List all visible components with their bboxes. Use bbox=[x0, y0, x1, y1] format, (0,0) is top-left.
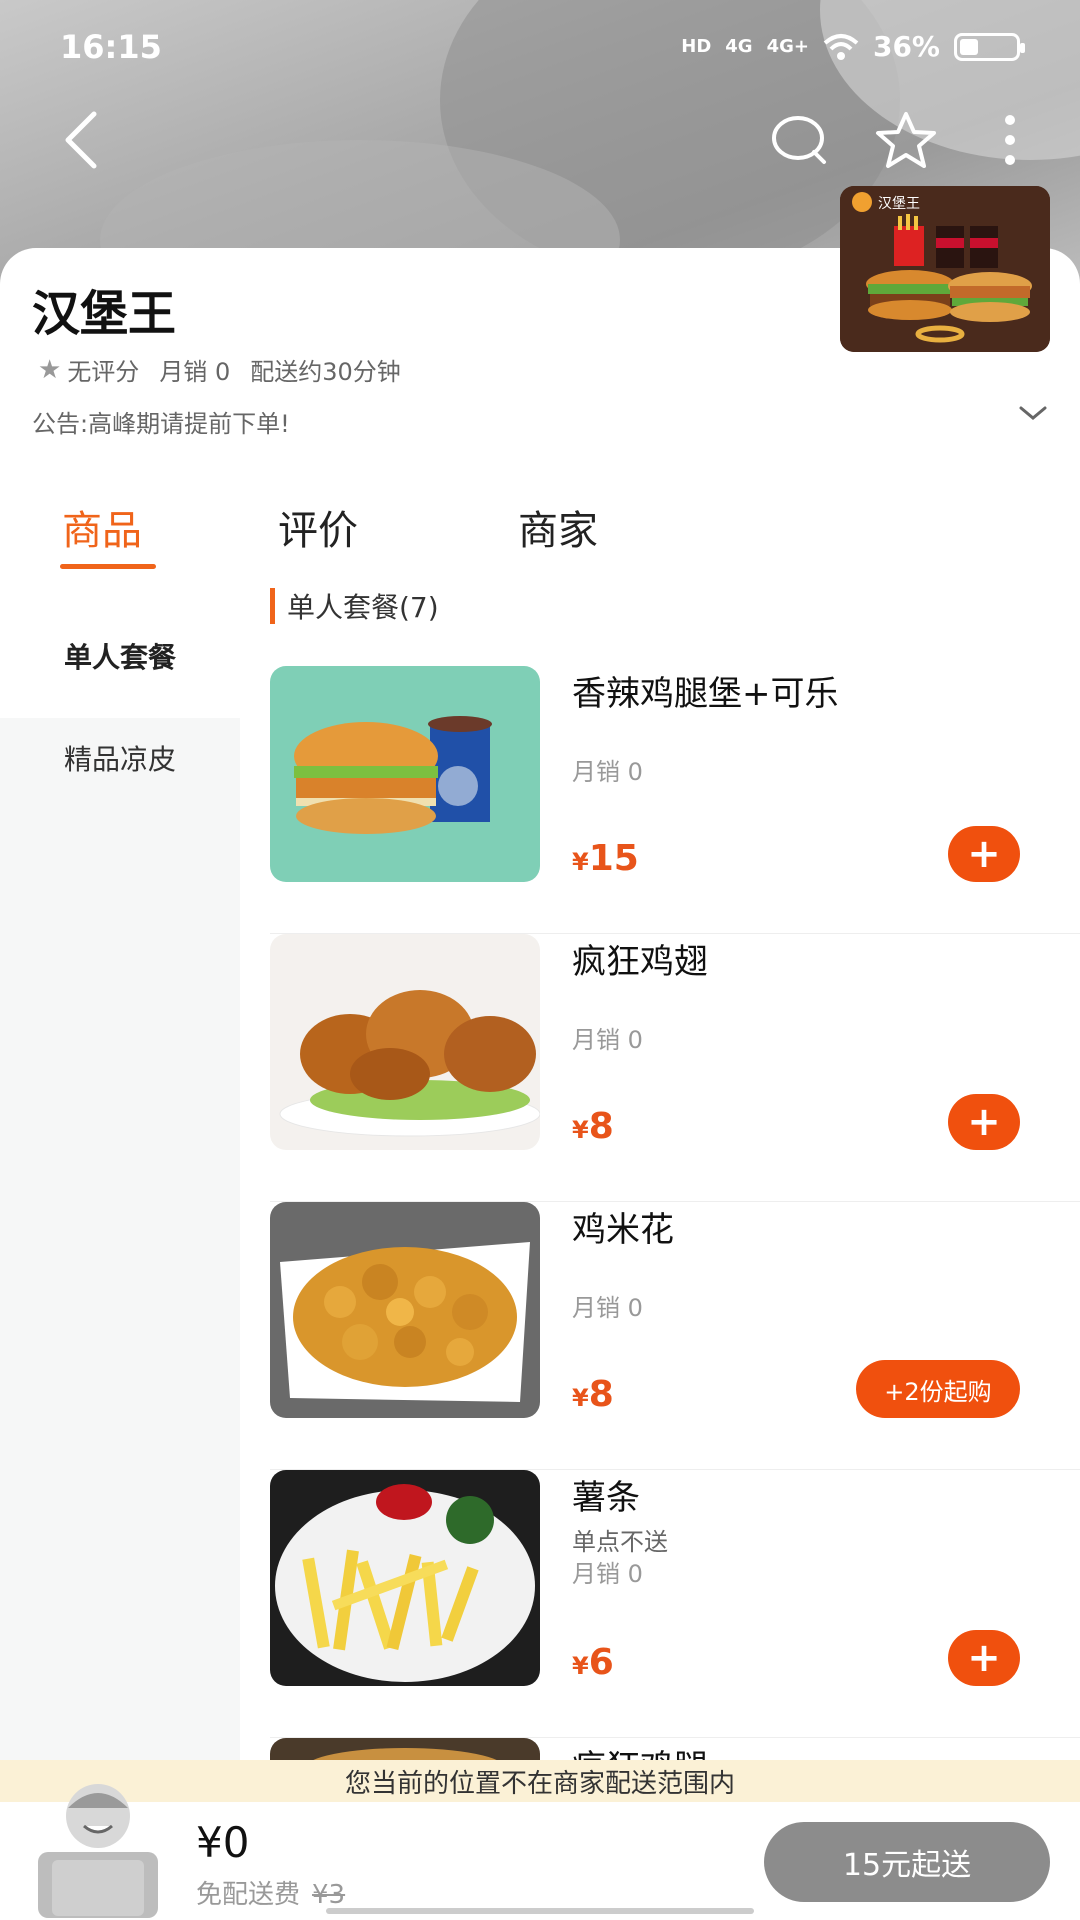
more-button[interactable] bbox=[970, 100, 1050, 180]
favorite-button[interactable] bbox=[866, 100, 946, 180]
home-indicator[interactable] bbox=[326, 1908, 754, 1914]
store-delivery-time: 配送约30分钟 bbox=[250, 358, 401, 386]
product-note: 单点不送 bbox=[572, 1528, 668, 1556]
delivery-fee: 免配送费 ¥3 bbox=[196, 1880, 346, 1910]
product-name: 鸡米花 bbox=[572, 1210, 674, 1250]
tab-reviews[interactable]: 评价 bbox=[278, 498, 358, 556]
product-price: ¥6 bbox=[572, 1642, 614, 1683]
original-delivery-fee: ¥3 bbox=[312, 1880, 346, 1910]
tab-products[interactable]: 商品 bbox=[62, 498, 142, 556]
more-icon bbox=[1005, 115, 1015, 165]
status-time: 16:15 bbox=[60, 28, 162, 66]
svg-text:汉堡王: 汉堡王 bbox=[878, 196, 920, 212]
add-to-cart-button[interactable]: + bbox=[948, 1094, 1020, 1150]
store-logo: 汉堡王 bbox=[840, 186, 1050, 352]
signal-4g-plus-icon: 4G+ bbox=[766, 35, 809, 57]
add-min-quantity-button[interactable]: +2份起购 bbox=[856, 1360, 1020, 1418]
product-price: ¥8 bbox=[572, 1374, 614, 1415]
search-icon bbox=[772, 116, 826, 164]
product-item[interactable]: 疯狂鸡腿 bbox=[270, 1738, 1080, 1760]
product-item[interactable]: 鸡米花 月销 0 ¥8 +2份起购 bbox=[270, 1202, 1080, 1470]
product-sales: 月销 0 bbox=[572, 1026, 643, 1054]
active-tab-indicator bbox=[60, 564, 156, 569]
search-button[interactable] bbox=[760, 100, 840, 180]
cart-total: ¥0 bbox=[196, 1818, 250, 1867]
product-sales: 月销 0 bbox=[572, 758, 643, 786]
back-button[interactable] bbox=[40, 100, 120, 180]
product-price: ¥15 bbox=[572, 838, 639, 879]
product-image bbox=[270, 1738, 540, 1760]
battery-percent: 36% bbox=[872, 30, 940, 63]
product-sales: 月销 0 bbox=[572, 1294, 643, 1322]
store-meta: ★ 无评分 月销 0 配送约30分钟 bbox=[38, 352, 401, 387]
category-sidebar: 单人套餐 精品凉皮 bbox=[0, 594, 240, 1760]
star-icon bbox=[876, 112, 936, 168]
product-item[interactable]: 疯狂鸡翅 月销 0 ¥8 + bbox=[270, 934, 1080, 1202]
add-to-cart-button[interactable]: + bbox=[948, 826, 1020, 882]
wifi-icon bbox=[823, 33, 859, 60]
cart-mascot-icon[interactable] bbox=[28, 1774, 168, 1920]
cart-bar: ¥0 免配送费 ¥3 15元起送 bbox=[0, 1784, 1080, 1920]
store-rating: 无评分 bbox=[67, 358, 140, 386]
add-to-cart-button[interactable]: + bbox=[948, 1630, 1020, 1686]
hd-indicator: HD bbox=[681, 35, 712, 57]
category-item-liangpi[interactable]: 精品凉皮 bbox=[0, 696, 240, 820]
product-name: 薯条 bbox=[572, 1478, 640, 1518]
product-name: 香辣鸡腿堡+可乐 bbox=[572, 674, 839, 714]
battery-icon bbox=[954, 32, 1025, 61]
store-notice: 公告:高峰期请提前下单! bbox=[32, 410, 290, 438]
product-item[interactable]: 薯条 单点不送 月销 0 ¥6 + bbox=[270, 1470, 1080, 1738]
expand-notice-button[interactable] bbox=[1018, 404, 1048, 426]
back-icon bbox=[65, 111, 97, 169]
product-image bbox=[270, 1202, 540, 1418]
store-monthly-sales: 月销 0 bbox=[159, 358, 231, 386]
rating-star-icon: ★ bbox=[38, 354, 62, 385]
section-title: 单人套餐(7) bbox=[270, 588, 439, 624]
product-item[interactable]: 香辣鸡腿堡+可乐 月销 0 ¥15 + bbox=[270, 666, 1080, 934]
product-name: 疯狂鸡腿 bbox=[572, 1740, 708, 1760]
product-image bbox=[270, 1470, 540, 1686]
status-bar: 16:15 HD 4G 4G+ 36% bbox=[0, 20, 1080, 76]
store-tabs: 商品 评价 商家 bbox=[0, 488, 1080, 569]
product-sales: 月销 0 bbox=[572, 1560, 643, 1588]
product-image bbox=[270, 666, 540, 882]
store-name: 汉堡王 bbox=[32, 286, 177, 342]
checkout-button[interactable]: 15元起送 bbox=[764, 1822, 1050, 1902]
chevron-down-icon bbox=[1019, 406, 1047, 420]
nav-bar bbox=[0, 100, 1080, 180]
tab-merchant[interactable]: 商家 bbox=[518, 498, 598, 556]
product-name: 疯狂鸡翅 bbox=[572, 942, 708, 982]
product-image bbox=[270, 934, 540, 1150]
signal-4g-icon: 4G bbox=[725, 35, 753, 57]
product-price: ¥8 bbox=[572, 1106, 614, 1147]
